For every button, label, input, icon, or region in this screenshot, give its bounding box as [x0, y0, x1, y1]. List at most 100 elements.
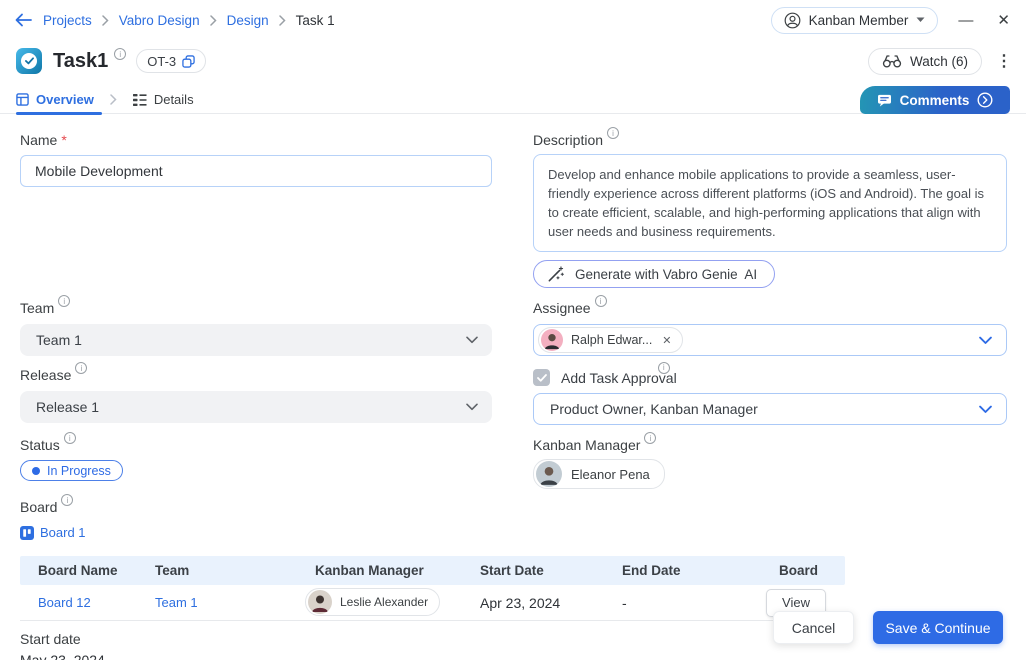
info-icon[interactable]: i [58, 295, 70, 307]
chevron-right-icon [110, 94, 117, 105]
kanban-manager-label-text: Kanban Manager [533, 437, 640, 453]
col-end-date: End Date [604, 563, 752, 578]
col-start-date: Start Date [462, 563, 604, 578]
description-label: Descriptioni [533, 132, 619, 148]
avatar [541, 329, 563, 351]
info-icon[interactable]: i [595, 295, 607, 307]
comment-icon [877, 94, 892, 107]
status-badge: In Progress [20, 460, 123, 481]
team-label: Teami [20, 300, 70, 316]
board-name-link[interactable]: Board 12 [20, 595, 137, 610]
task-key-badge: OT-3 [136, 49, 206, 73]
status-value: In Progress [47, 464, 111, 478]
board-label-text: Board [20, 499, 57, 515]
assignee-label-text: Assignee [533, 300, 591, 316]
tab-details[interactable]: Details [133, 86, 204, 114]
overview-grid-icon [16, 93, 29, 106]
info-icon[interactable]: i [658, 362, 670, 374]
watch-button[interactable]: Watch (6) [868, 48, 982, 75]
start-date-cell: Apr 23, 2024 [462, 595, 604, 611]
release-select[interactable]: Release 1 [20, 391, 492, 423]
chevron-right-icon [279, 15, 286, 26]
kanban-board-icon [20, 526, 34, 540]
approval-roles-value: Product Owner, Kanban Manager [550, 401, 758, 417]
task-detail-window: Projects Vabro Design Design Task 1 Kanb… [0, 0, 1026, 660]
chevron-down-icon [466, 336, 478, 344]
team-label-text: Team [20, 300, 54, 316]
minimize-button[interactable]: — [954, 11, 977, 30]
tab-overview[interactable]: Overview [16, 86, 104, 114]
arrow-circle-icon [977, 92, 993, 108]
kanban-manager-value: Eleanor Pena [571, 467, 650, 482]
role-selector-dropdown[interactable]: Kanban Member [771, 7, 939, 34]
status-label: Statusi [20, 437, 76, 453]
table-row: Board 12 Team 1 Leslie Alexander Apr 23,… [20, 585, 845, 621]
binoculars-icon [882, 54, 902, 68]
team-select-value: Team 1 [36, 332, 82, 348]
breadcrumb-projects[interactable]: Projects [43, 13, 92, 28]
name-input[interactable] [20, 155, 492, 187]
assignee-label: Assigneei [533, 300, 607, 316]
approval-checkbox[interactable] [533, 369, 550, 386]
more-options-kebab-icon[interactable]: ⋮ [996, 51, 1012, 71]
cancel-button[interactable]: Cancel [773, 611, 854, 644]
manager-cell: Leslie Alexander [297, 588, 462, 617]
info-icon[interactable]: i [607, 127, 619, 139]
info-icon[interactable]: i [75, 362, 87, 374]
avatar [536, 461, 562, 487]
details-list-icon [133, 94, 147, 106]
chevron-down-icon[interactable] [979, 336, 992, 345]
manager-chip: Leslie Alexander [305, 588, 440, 616]
end-date-cell: - [604, 595, 752, 611]
required-asterisk: * [61, 132, 66, 148]
info-icon[interactable]: i [114, 48, 126, 60]
team-select[interactable]: Team 1 [20, 324, 492, 356]
kanban-manager-chip: Eleanor Pena [533, 459, 665, 489]
breadcrumb-design[interactable]: Design [227, 13, 269, 28]
board-table: Board Name Team Kanban Manager Start Dat… [20, 556, 845, 621]
person-icon [784, 12, 801, 29]
start-date-value: May 23, 2024 [20, 652, 105, 660]
info-icon[interactable]: i [644, 432, 656, 444]
release-select-value: Release 1 [36, 399, 99, 415]
board-link[interactable]: Board 1 [20, 525, 86, 540]
generate-ai-label: Generate with Vabro Genie AI [575, 267, 757, 282]
magic-wand-icon [547, 266, 564, 283]
chevron-down-icon [466, 403, 478, 411]
copy-icon[interactable] [182, 55, 195, 68]
col-team: Team [137, 563, 297, 578]
board-table-header: Board Name Team Kanban Manager Start Dat… [20, 556, 845, 585]
task-header: Task1 i OT-3 Watch (6) ⋮ [16, 44, 1012, 78]
info-icon[interactable]: i [64, 432, 76, 444]
chevron-down-icon [979, 405, 992, 414]
page-title: Task1 [53, 50, 108, 73]
manager-name: Leslie Alexander [340, 595, 428, 609]
info-icon[interactable]: i [61, 494, 73, 506]
save-continue-button[interactable]: Save & Continue [873, 611, 1003, 644]
chevron-right-icon [210, 15, 217, 26]
assignee-chip: Ralph Edwar... ✕ [538, 327, 683, 353]
board-label: Boardi [20, 499, 73, 515]
close-button[interactable]: ✕ [993, 11, 1014, 30]
description-label-text: Description [533, 132, 603, 148]
status-label-text: Status [20, 437, 60, 453]
approval-roles-select[interactable]: Product Owner, Kanban Manager [533, 393, 1007, 425]
release-label: Releasei [20, 367, 87, 383]
top-bar: Projects Vabro Design Design Task 1 Kanb… [0, 0, 1026, 40]
description-textarea[interactable]: Develop and enhance mobile applications … [533, 154, 1007, 252]
caret-down-icon [916, 17, 925, 23]
comments-label: Comments [900, 93, 970, 108]
assignee-multiselect[interactable]: Ralph Edwar... ✕ [533, 324, 1007, 356]
avatar [308, 590, 332, 614]
generate-ai-button[interactable]: Generate with Vabro Genie AI [533, 260, 775, 288]
assignee-chip-label: Ralph Edwar... [571, 333, 652, 347]
watch-label: Watch (6) [910, 54, 968, 69]
col-kanban-manager: Kanban Manager [297, 563, 462, 578]
team-link[interactable]: Team 1 [137, 595, 297, 610]
comments-button[interactable]: Comments [860, 86, 1010, 114]
chevron-right-icon [102, 15, 109, 26]
tab-details-label: Details [154, 92, 194, 107]
remove-assignee-icon[interactable]: ✕ [662, 334, 671, 347]
breadcrumb-vabro-design[interactable]: Vabro Design [119, 13, 200, 28]
back-arrow-icon[interactable] [14, 12, 33, 28]
